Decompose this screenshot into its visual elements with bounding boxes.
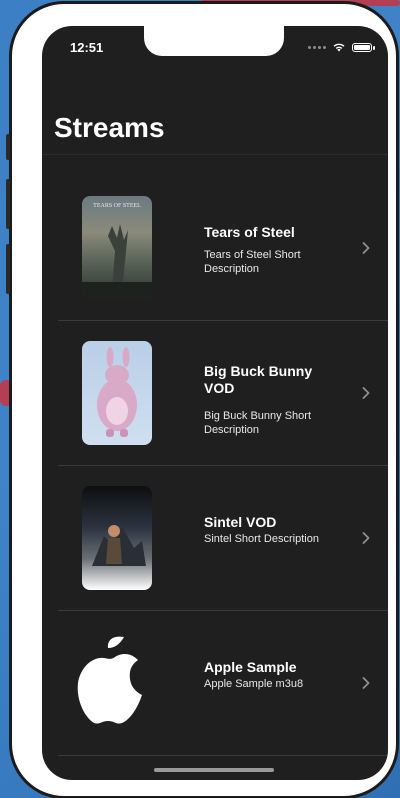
status-icons: [308, 42, 375, 52]
chevron-right-icon: [362, 532, 370, 544]
side-button: [6, 134, 10, 160]
wifi-icon: [333, 43, 345, 52]
sintel-poster: [82, 486, 152, 590]
chevron-right-icon: [362, 242, 370, 254]
battery-icon: [352, 42, 375, 52]
poster-art: TEARS OF STEEL: [82, 203, 152, 300]
list-item[interactable]: Apple Sample Apple Sample m3u8: [42, 611, 388, 756]
stream-title: Sintel VOD: [204, 514, 277, 530]
streams-list: TEARS OF STEEL Tears of Steel Tears of S…: [42, 176, 388, 756]
chevron-right-icon: [362, 387, 370, 399]
row-divider: [58, 755, 388, 756]
apple-logo: [77, 636, 142, 724]
poster-art: [92, 525, 146, 566]
apple-logo-icon: [77, 631, 152, 735]
tears-of-steel-poster: TEARS OF STEEL: [82, 196, 152, 300]
phone-frame: 12:51 Streams TEARS OF STEEL Tears of St…: [6, 4, 396, 796]
stream-subtitle: Sintel Short Description: [204, 533, 319, 545]
side-button: [6, 244, 10, 294]
signal-icon: [308, 45, 326, 49]
app-screen: 12:51 Streams TEARS OF STEEL Tears of St…: [42, 26, 388, 780]
stream-title: Big Buck Bunny VOD: [204, 363, 313, 396]
big-buck-bunny-poster: [82, 341, 152, 445]
poster-art: [97, 347, 137, 437]
home-indicator[interactable]: [154, 768, 274, 772]
status-time: 12:51: [70, 40, 104, 55]
stream-subtitle: Apple Sample m3u8: [204, 678, 304, 690]
chevron-right-icon: [362, 677, 370, 689]
list-item[interactable]: TEARS OF STEEL Tears of Steel Tears of S…: [42, 176, 388, 321]
notch: [144, 26, 284, 56]
stream-title: Tears of Steel: [204, 224, 295, 240]
side-button: [6, 179, 10, 229]
poster-title: TEARS OF STEEL: [93, 203, 141, 209]
header-divider: [42, 154, 388, 155]
list-item[interactable]: Big Buck Bunny VOD Big Buck Bunny Short …: [42, 321, 388, 466]
list-item[interactable]: Sintel VOD Sintel Short Description: [42, 466, 388, 611]
stream-subtitle: Big Buck Bunny Short Description: [204, 410, 312, 436]
stream-title: Apple Sample: [204, 659, 297, 675]
page-title: Streams: [54, 112, 165, 143]
stream-subtitle: Tears of Steel Short Description: [204, 249, 301, 275]
